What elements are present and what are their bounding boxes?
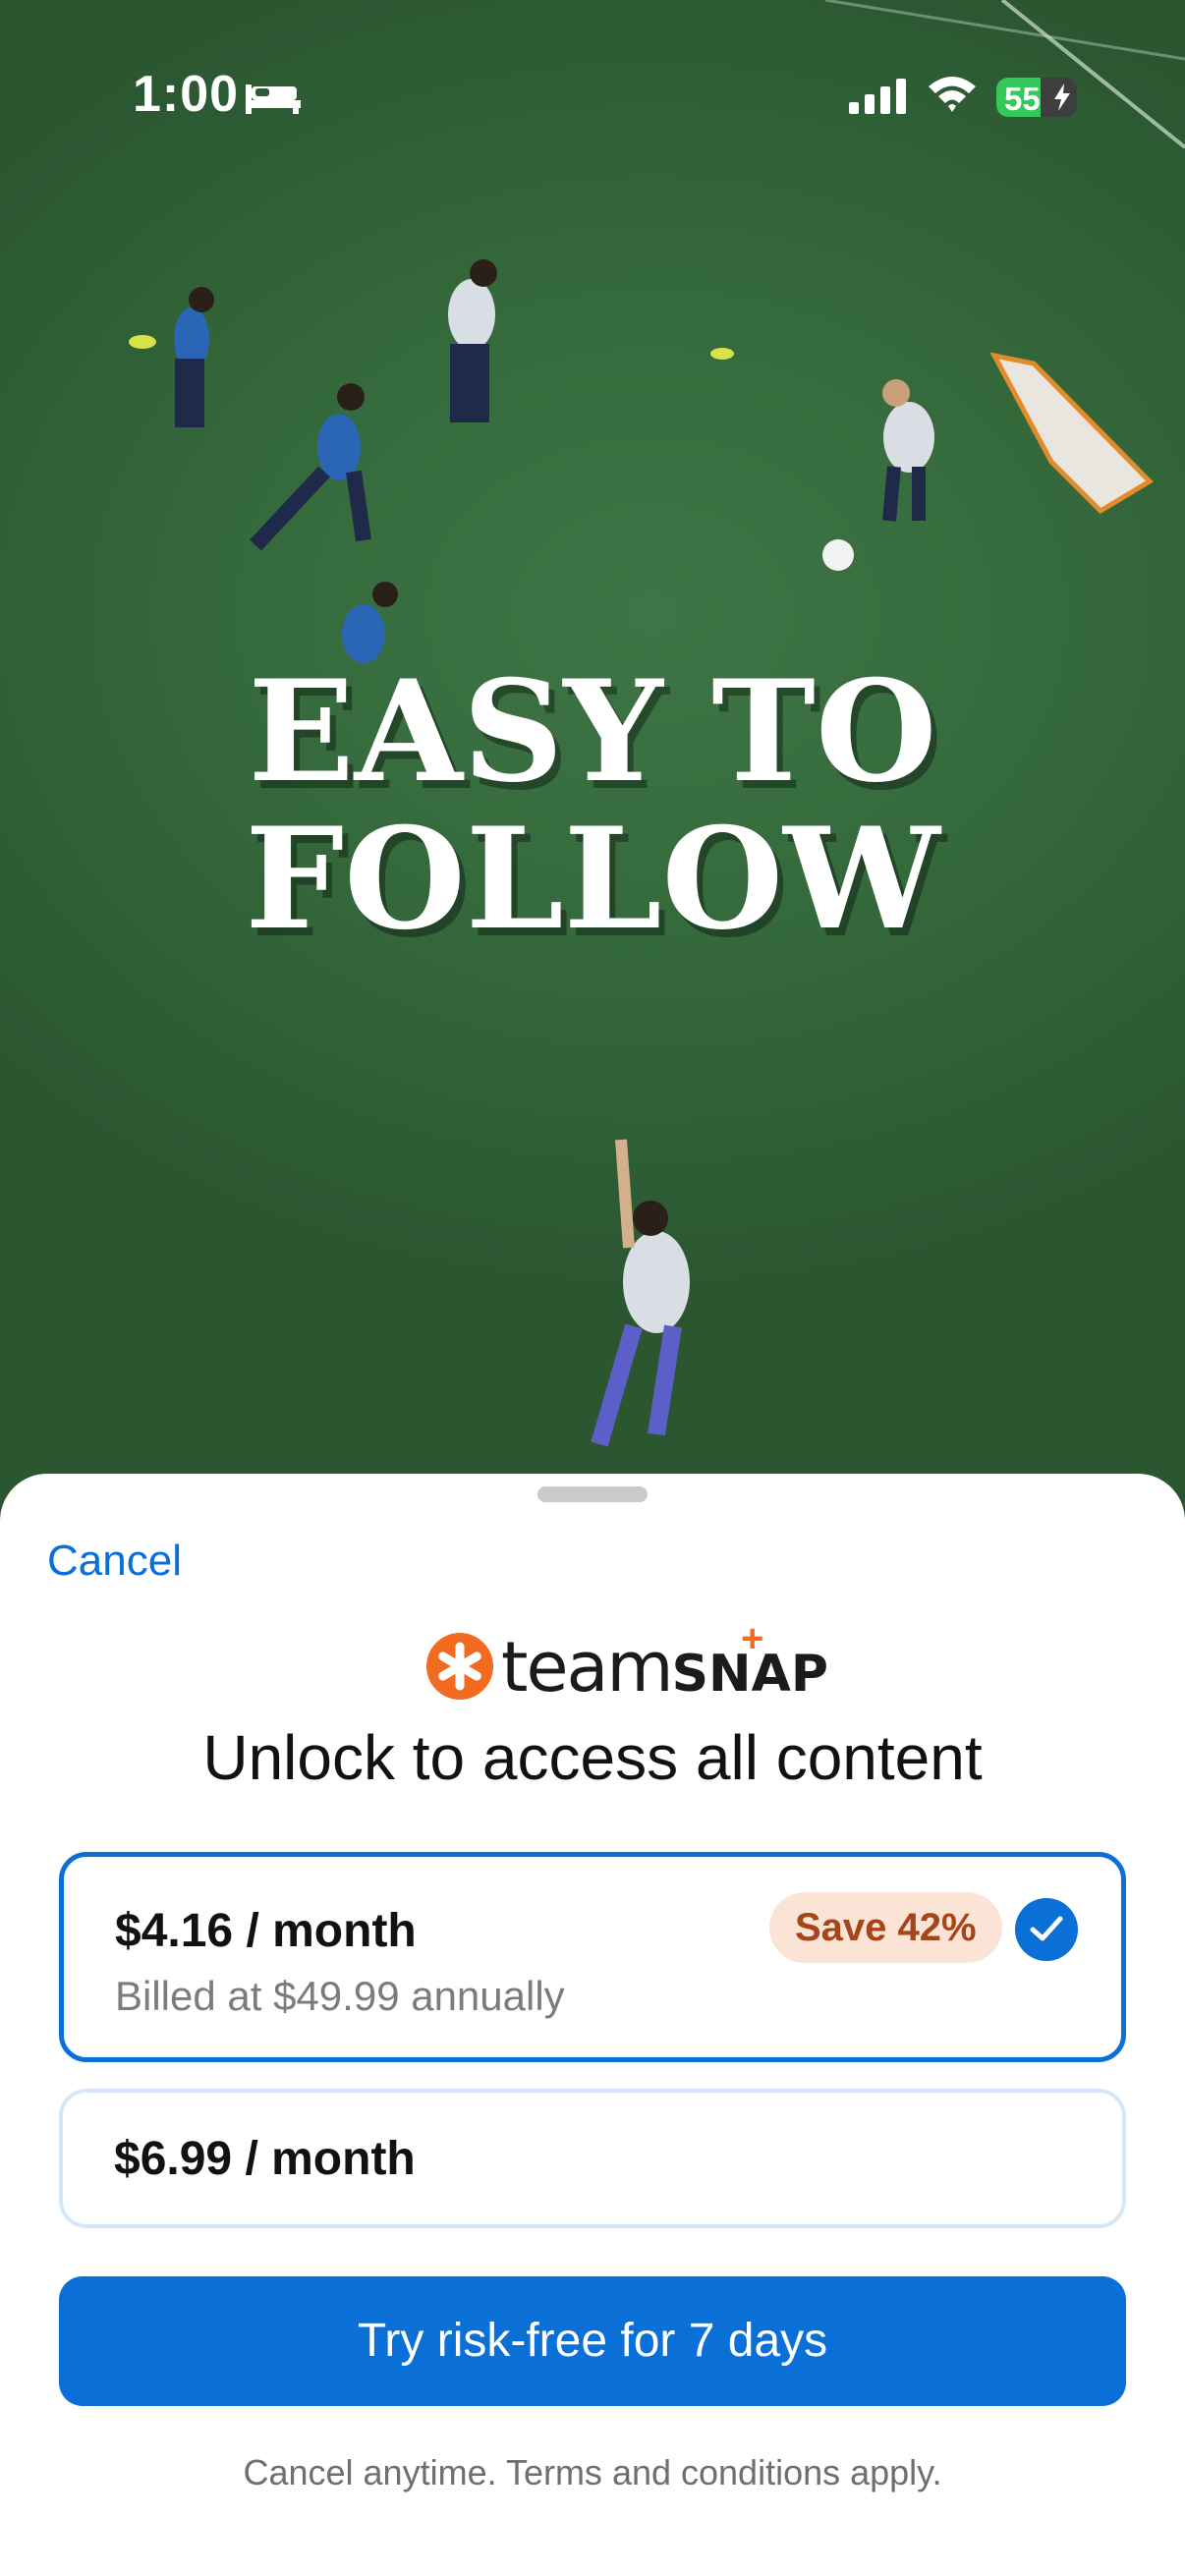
plan-price: $6.99 / month <box>114 2133 416 2185</box>
hero-headline-line2: FOLLOW <box>245 798 940 961</box>
start-trial-button[interactable]: Try risk-free for 7 days <box>59 2276 1126 2406</box>
checkmark-icon <box>1015 1898 1078 1961</box>
hero-headline-line1: EASY TO <box>248 650 937 813</box>
wifi-icon <box>929 77 976 112</box>
cellular-signal-icon <box>849 79 906 114</box>
plan-price: $4.16 / month <box>115 1905 417 1957</box>
status-time: 1:00 <box>133 66 240 123</box>
cancel-button[interactable]: Cancel <box>47 1537 182 1586</box>
player-figure <box>174 287 214 427</box>
status-bar: 1:00 55 <box>0 0 1185 196</box>
hero-video: 1:00 55 EASY TO FOLLOW <box>0 0 1185 1533</box>
sheet-grabber[interactable] <box>537 1486 648 1502</box>
terms-note: Cancel anytime. Terms and conditions app… <box>243 2452 942 2492</box>
paywall-sheet: Cancel teamSNAP + Unlock to access all c… <box>0 1474 1185 2576</box>
plan-billing-note: Billed at $49.99 annually <box>115 1973 565 2019</box>
sheet-headline: Unlock to access all content <box>202 1722 983 1793</box>
battery-charging-icon: 55 <box>996 78 1077 117</box>
bed-icon <box>246 84 301 114</box>
teamsnap-asterisk-icon <box>426 1633 493 1700</box>
plan-option-monthly[interactable]: $6.99 / month <box>59 2089 1126 2228</box>
teamsnap-logo: teamSNAP + <box>424 1617 828 1708</box>
plan-option-annual[interactable]: $4.16 / month Billed at $49.99 annually … <box>59 1852 1126 2062</box>
logo-plus: + <box>741 1617 764 1660</box>
battery-level: 55 <box>1004 81 1041 117</box>
logo-wordmark: teamSNAP <box>501 1627 828 1708</box>
save-badge: Save 42% <box>769 1892 1002 1963</box>
